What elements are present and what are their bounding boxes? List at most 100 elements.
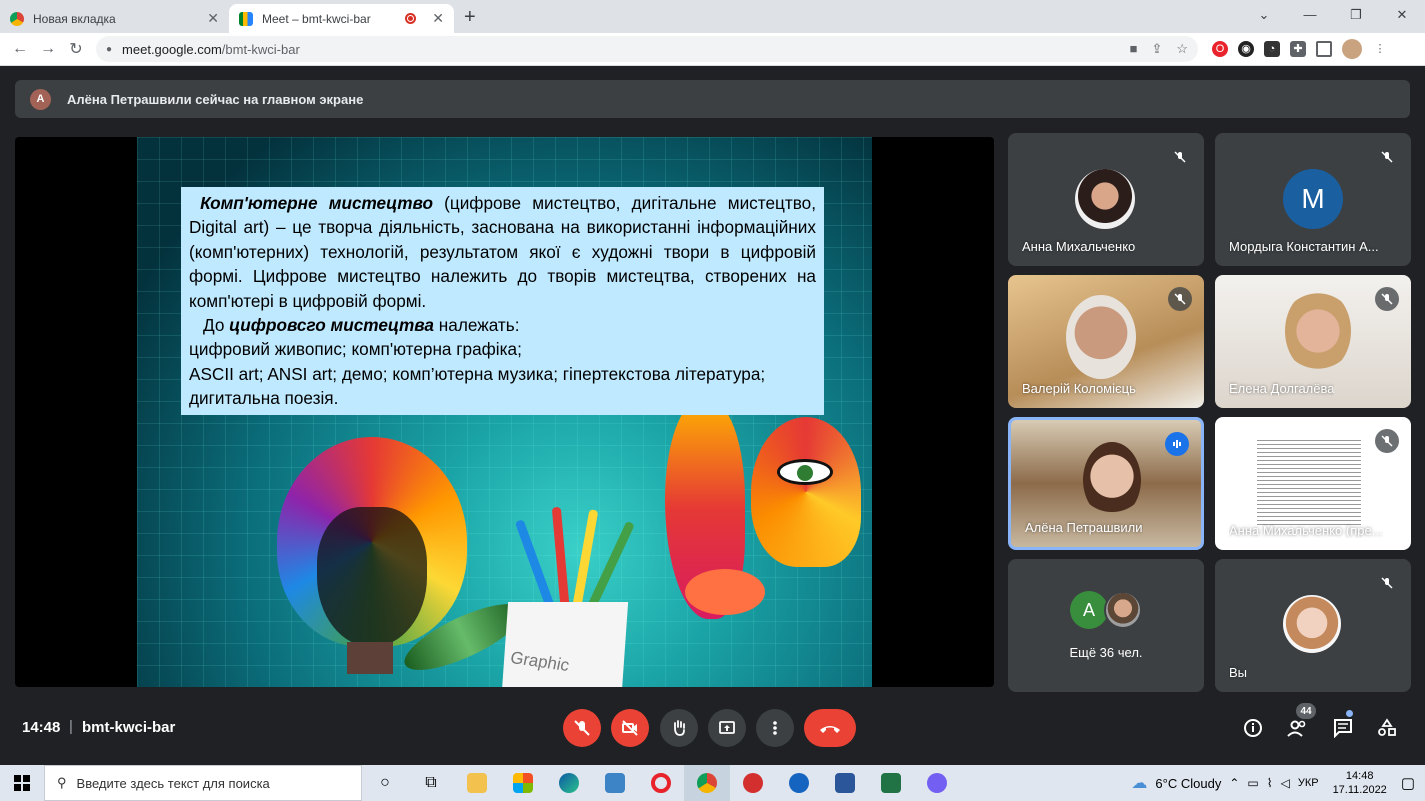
raise-hand-button[interactable] <box>660 709 698 747</box>
close-tab-icon[interactable]: ✕ <box>207 10 219 27</box>
slide: Graphic Комп'ютерне мистецтво (цифрове м… <box>137 137 872 687</box>
task-view-button[interactable]: ⧉ <box>408 765 454 801</box>
profile-avatar[interactable] <box>1342 39 1362 59</box>
address-bar-row: ← → ↻ ● meet.google.com /bmt-kwci-bar ■ … <box>0 33 1425 66</box>
more-options-button[interactable] <box>756 709 794 747</box>
tab-search-icon[interactable]: ⌄ <box>1241 0 1287 30</box>
cortana-button[interactable]: ○ <box>362 765 408 801</box>
meet-window: А Алёна Петрашвили сейчас на главном экр… <box>0 66 1425 765</box>
pc-app-button[interactable] <box>592 765 638 801</box>
tab-title: Meet – bmt-kwci-bar <box>262 11 371 26</box>
present-icon <box>719 721 735 734</box>
maximize-button[interactable]: ❐ <box>1333 0 1379 30</box>
chrome-icon <box>697 773 717 793</box>
viber-button[interactable] <box>914 765 960 801</box>
ccleaner-button[interactable] <box>776 765 822 801</box>
more-participants-tile[interactable]: А Ещё 36 чел. <box>1008 559 1204 692</box>
mic-off-icon <box>1375 145 1399 169</box>
speaker-icon[interactable]: ◁ <box>1281 776 1290 790</box>
activities-button[interactable] <box>1375 716 1399 740</box>
language-indicator[interactable]: УКР <box>1298 777 1319 789</box>
network-icon[interactable]: ⌇ <box>1267 776 1273 790</box>
reload-icon[interactable]: ↻ <box>62 39 90 59</box>
slide-line: ASCII art; ANSI art; демо; комп’ютерна м… <box>189 363 766 384</box>
meet-icon <box>239 11 253 26</box>
excel-button[interactable] <box>868 765 914 801</box>
taskbar-clock[interactable]: 14:48 17.11.2022 <box>1333 769 1387 797</box>
leave-call-button[interactable] <box>804 709 856 747</box>
tab-title: Новая вкладка <box>33 11 116 26</box>
microphone-toggle-button[interactable] <box>563 709 601 747</box>
adblock-extension-icon[interactable]: ◉ <box>1238 41 1254 57</box>
windows-start-button[interactable] <box>0 765 44 801</box>
participant-name: Алёна Петрашвили <box>1025 520 1143 535</box>
opera-icon <box>651 773 671 793</box>
participant-name: Анна Михальченко <box>1022 239 1136 254</box>
edge-button[interactable] <box>546 765 592 801</box>
participant-tile-presentation[interactable]: Анна Михальченко (пре... <box>1215 417 1411 550</box>
hand-icon <box>674 720 685 736</box>
window-controls: ⌄ — ❐ ✕ <box>1241 0 1425 30</box>
glasses-extension-icon[interactable]: ◔ <box>1264 41 1280 57</box>
participant-tile-speaking[interactable]: Алёна Петрашвили <box>1008 417 1204 550</box>
search-placeholder: Введите здесь текст для поиска <box>76 775 270 791</box>
participant-tile[interactable]: Елена Долгалёва <box>1215 275 1411 408</box>
store-button[interactable] <box>500 765 546 801</box>
tab-meet[interactable]: Meet – bmt-kwci-bar ✕ <box>229 4 454 33</box>
side-panel-icon[interactable] <box>1316 41 1332 57</box>
present-screen-button[interactable] <box>708 709 746 747</box>
meeting-control-bar: 14:48 | bmt-kwci-bar 44 <box>0 702 1425 765</box>
speaking-indicator-icon <box>1165 432 1189 456</box>
notifications-icon[interactable]: ▢ <box>1401 774 1415 792</box>
edge-icon <box>559 773 579 793</box>
close-tab-icon[interactable]: ✕ <box>432 10 444 27</box>
phone-hangup-icon <box>820 726 840 733</box>
banner-text: Алёна Петрашвили сейчас на главном экран… <box>67 91 364 107</box>
minimize-button[interactable]: — <box>1287 0 1333 30</box>
file-explorer-button[interactable] <box>454 765 500 801</box>
mic-off-icon <box>574 720 590 736</box>
participant-tile[interactable]: Анна Михальченко <box>1008 133 1204 266</box>
chrome-button[interactable] <box>684 765 730 801</box>
battery-icon[interactable]: ▭ <box>1247 776 1258 790</box>
self-avatar <box>1283 595 1341 653</box>
presentation-stage[interactable]: Graphic Комп'ютерне мистецтво (цифрове м… <box>15 137 994 687</box>
new-tab-button[interactable]: + <box>464 6 476 29</box>
recorder-app-button[interactable] <box>730 765 776 801</box>
system-tray: ☁ 6°C Cloudy ⌃ ▭ ⌇ ◁ УКР 14:48 17.11.202… <box>1131 769 1425 797</box>
participant-name: Анна Михальченко (пре... <box>1229 523 1383 538</box>
word-button[interactable] <box>822 765 868 801</box>
windows-logo-icon <box>14 775 30 791</box>
meeting-code: bmt-kwci-bar <box>82 719 176 736</box>
tab-new-tab[interactable]: Новая вкладка ✕ <box>0 4 229 33</box>
unread-chat-dot <box>1346 710 1353 717</box>
bookmark-star-icon[interactable]: ☆ <box>1176 41 1188 57</box>
weather-text[interactable]: 6°C Cloudy <box>1155 776 1221 791</box>
opera-button[interactable] <box>638 765 684 801</box>
people-button[interactable] <box>1286 716 1310 740</box>
opera-extension-icon[interactable]: O <box>1212 41 1228 57</box>
slide-term: Комп'ютерне мистецтво <box>200 193 433 213</box>
participant-tile[interactable]: Валерій Коломієць <box>1008 275 1204 408</box>
share-icon[interactable]: ⇪ <box>1151 41 1162 57</box>
meeting-details-button[interactable] <box>1241 716 1265 740</box>
chat-button[interactable] <box>1331 716 1355 740</box>
self-tile[interactable]: Вы <box>1215 559 1411 692</box>
chrome-icon <box>10 11 24 26</box>
camera-toggle-button[interactable] <box>611 709 649 747</box>
back-icon[interactable]: ← <box>6 40 34 58</box>
windows-taskbar: ⚲ Введите здесь текст для поиска ○ ⧉ ☁ 6… <box>0 765 1425 801</box>
menu-icon[interactable]: ⋮ <box>1372 41 1388 57</box>
close-window-button[interactable]: ✕ <box>1379 0 1425 30</box>
search-icon: ⚲ <box>57 775 67 790</box>
forward-icon[interactable]: → <box>34 40 62 58</box>
chevron-up-icon[interactable]: ⌃ <box>1229 776 1239 790</box>
eye-illustration <box>777 459 833 485</box>
camera-icon[interactable]: ■ <box>1130 41 1138 57</box>
url-field[interactable]: ● meet.google.com /bmt-kwci-bar ■ ⇪ ☆ <box>96 36 1198 62</box>
slide-line: цифровий живопис; комп'ютерна графіка; <box>189 339 522 360</box>
avatar <box>1104 591 1142 629</box>
puzzle-extensions-icon[interactable]: ✚ <box>1290 41 1306 57</box>
taskbar-search-box[interactable]: ⚲ Введите здесь текст для поиска <box>44 765 362 801</box>
participant-tile[interactable]: М Мордыга Константин А... <box>1215 133 1411 266</box>
